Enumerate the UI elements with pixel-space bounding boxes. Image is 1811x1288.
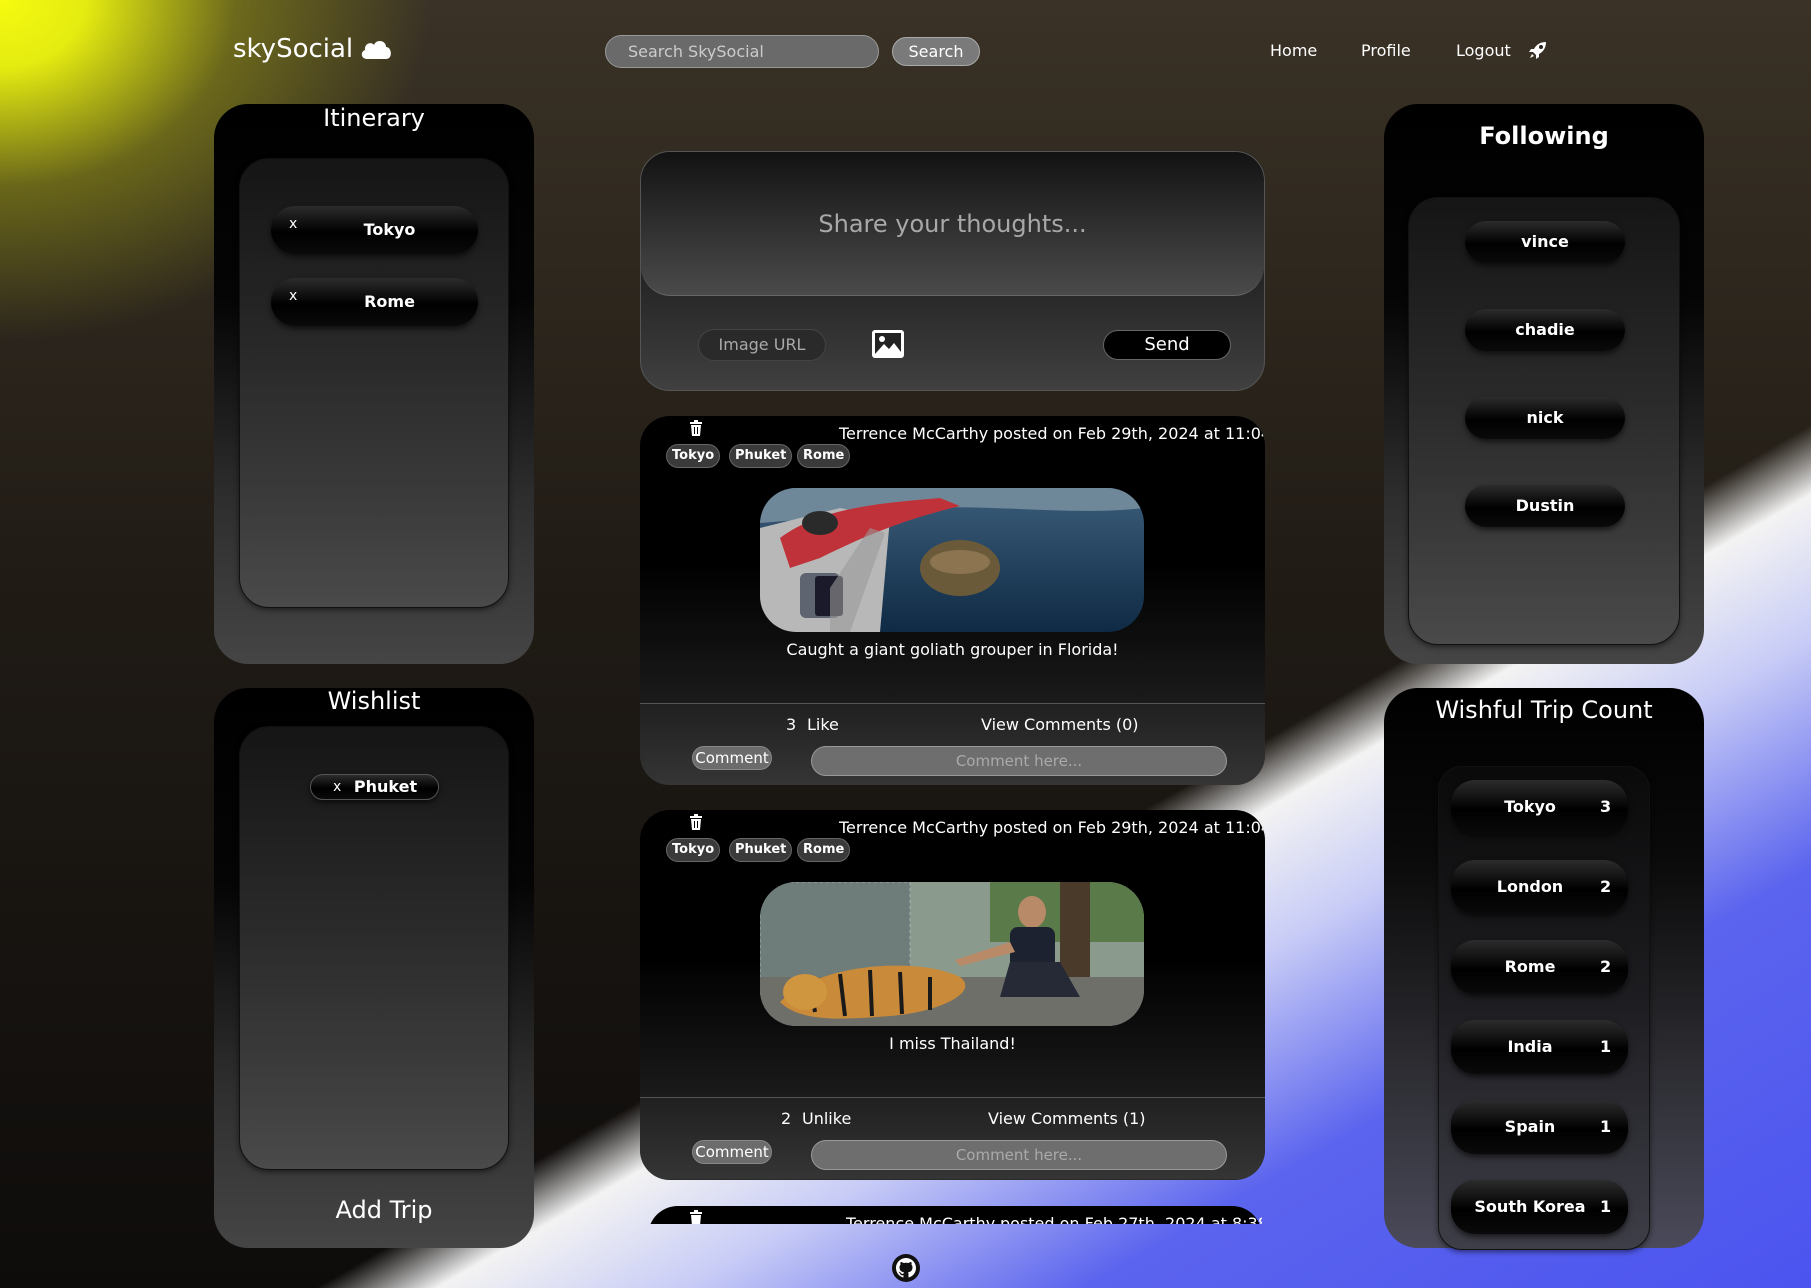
itinerary-title: Itinerary [323,104,425,132]
like-count: 2 [781,1109,792,1128]
following-panel: Following vince chadie nick Dustin [1384,104,1704,664]
comment-button[interactable]: Comment [692,746,772,770]
rocket-icon [1529,42,1546,59]
trip-count: 2 [1600,957,1612,976]
remove-itinerary-button[interactable]: x [289,272,297,320]
wishlist-item-label: Phuket [353,777,418,796]
like-count: 3 [786,715,797,734]
trash-icon[interactable] [689,420,703,436]
itinerary-item-label: Rome [364,292,415,311]
trip-count: 3 [1600,797,1612,816]
trip-count-title: Wishful Trip Count [1435,696,1653,724]
following-user[interactable]: vince [1465,221,1625,263]
trip-name: Tokyo [1504,797,1556,816]
nav-home-link[interactable]: Home [1270,41,1317,60]
post-timestamp: posted on Feb 27th, 2024 at 8:38 am [1000,1214,1262,1224]
comment-button[interactable]: Comment [692,1140,772,1164]
add-trip-button[interactable]: Add Trip [214,1196,554,1224]
post-card: Terrence McCarthy posted on Feb 27th, 20… [648,1206,1262,1224]
post-author[interactable]: Terrence McCarthy [839,424,988,443]
post-footer: 3 Like View Comments (0) Comment Comment… [640,703,1265,785]
trip-count: 1 [1600,1197,1612,1216]
itinerary-panel: Itinerary x Tokyo x Rome [214,104,534,664]
post-image [760,882,1144,1026]
wishlist-panel: Wishlist x Phuket Add Trip [214,688,534,1248]
unlike-button[interactable]: Unlike [802,1109,851,1128]
itinerary-item-label: Tokyo [363,220,416,239]
post-tag[interactable]: Tokyo [666,444,721,468]
post-footer: 2 Unlike View Comments (1) Comment Comme… [640,1097,1265,1179]
post-timestamp: posted on Feb 29th, 2024 at 11:04 pm [993,424,1265,443]
wishlist-item[interactable]: x Phuket [310,774,439,800]
trip-name: London [1496,877,1564,896]
trip-count-item[interactable]: London 2 [1451,860,1628,914]
thoughts-input[interactable]: Share your thoughts... [641,152,1264,296]
trip-name: South Korea [1474,1197,1586,1216]
following-title: Following [1479,122,1609,150]
view-comments-link[interactable]: View Comments (0) [981,715,1139,734]
post-tag[interactable]: Tokyo [666,838,721,862]
following-user[interactable]: Dustin [1465,485,1625,527]
following-user[interactable]: nick [1465,397,1625,439]
post-tag[interactable]: Phuket [729,444,793,468]
trip-count: 2 [1600,877,1612,896]
send-button[interactable]: Send [1103,330,1231,360]
trip-count: 1 [1600,1037,1612,1056]
remove-itinerary-button[interactable]: x [289,200,297,248]
post-caption: Caught a giant goliath grouper in Florid… [786,640,1119,659]
nav-logout-link[interactable]: Logout [1456,41,1511,60]
trip-count-item[interactable]: Tokyo 3 [1451,780,1628,834]
post-tag[interactable]: Rome [797,838,851,862]
trip-name: Rome [1504,957,1556,976]
wishlist-title: Wishlist [327,687,421,715]
brand-name: skySocial [233,34,354,64]
post-card: Tokyo Phuket Rome Terrence McCarthy post… [640,416,1265,785]
post-caption: I miss Thailand! [889,1034,1016,1053]
search-button[interactable]: Search [892,37,980,66]
search-input[interactable]: Search SkySocial [605,35,879,68]
itinerary-item[interactable]: x Rome [271,278,478,326]
post-card: Tokyo Phuket Rome Terrence McCarthy post… [640,810,1265,1180]
post-timestamp: posted on Feb 29th, 2024 at 11:04 pm [993,818,1265,837]
github-icon[interactable] [891,1253,921,1283]
itinerary-item[interactable]: x Tokyo [271,206,478,254]
image-url-input[interactable]: Image URL [698,329,826,361]
brand-logo[interactable]: skySocial [233,34,393,64]
post-image [760,488,1144,632]
comment-input[interactable]: Comment here... [811,1140,1227,1170]
trip-count: 1 [1600,1117,1612,1136]
post-author[interactable]: Terrence McCarthy [839,818,988,837]
remove-wishlist-button[interactable]: x [333,775,341,799]
view-comments-link[interactable]: View Comments (1) [988,1109,1146,1128]
cloud-icon [361,41,392,59]
image-icon[interactable] [871,329,905,359]
like-button[interactable]: Like [807,715,839,734]
trip-count-item[interactable]: South Korea 1 [1451,1180,1628,1234]
trip-count-list [1438,766,1650,1250]
trip-count-item[interactable]: Spain 1 [1451,1100,1628,1154]
trip-count-item[interactable]: Rome 2 [1451,940,1628,994]
trash-icon[interactable] [689,1210,703,1224]
following-user[interactable]: chadie [1465,309,1625,351]
nav-profile-link[interactable]: Profile [1361,41,1411,60]
post-tag[interactable]: Rome [797,444,851,468]
trip-count-panel: Wishful Trip Count Tokyo 3 London 2 Rome… [1384,688,1704,1250]
trip-name: India [1507,1037,1553,1056]
trip-count-item[interactable]: India 1 [1451,1020,1628,1074]
comment-input[interactable]: Comment here... [811,746,1227,776]
trip-name: Spain [1504,1117,1556,1136]
trash-icon[interactable] [689,814,703,830]
post-author[interactable]: Terrence McCarthy [846,1214,995,1224]
post-tag[interactable]: Phuket [729,838,793,862]
